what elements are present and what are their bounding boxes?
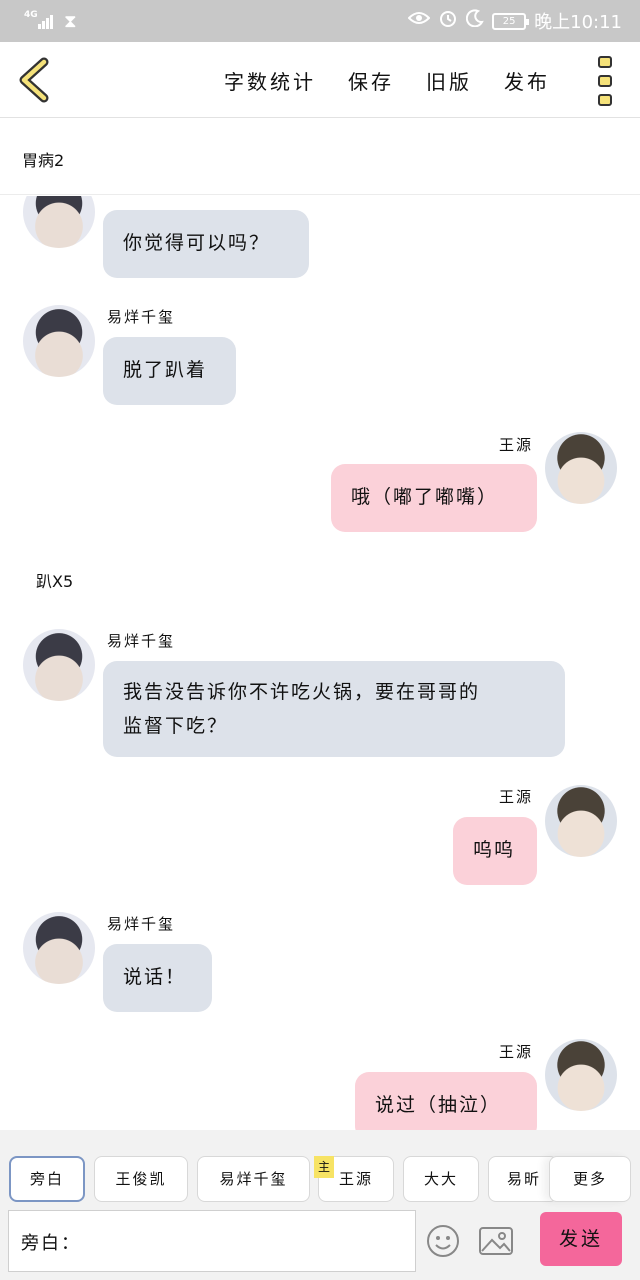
message-bubble[interactable]: 哦（嘟了嘟嘴） bbox=[331, 464, 537, 532]
message-line: 我告没告诉你不许吃火锅，要在哥哥的 bbox=[123, 681, 481, 703]
three-squares-menu-icon[interactable] bbox=[596, 56, 616, 106]
smiley-icon[interactable] bbox=[426, 1224, 460, 1258]
sender-name: 王源 bbox=[499, 1043, 534, 1061]
message-bubble[interactable]: 你觉得可以吗？ bbox=[103, 210, 309, 278]
sender-name: 易烊千玺 bbox=[107, 632, 176, 650]
sender-name: 王源 bbox=[499, 436, 534, 454]
role-chip-narrator[interactable]: 旁白 bbox=[9, 1156, 85, 1202]
message-bubble[interactable]: 脱了趴着 bbox=[103, 337, 236, 405]
role-chip-dada[interactable]: 大大 bbox=[403, 1156, 479, 1202]
eye-icon bbox=[407, 10, 431, 32]
avatar[interactable] bbox=[23, 196, 95, 248]
narration-text[interactable]: 趴X5 bbox=[36, 568, 73, 592]
input-role-prefix: 旁白： bbox=[21, 1233, 81, 1254]
avatar[interactable] bbox=[23, 912, 95, 984]
sender-name: 易烊千玺 bbox=[107, 915, 176, 933]
chat-area[interactable]: 你觉得可以吗？ 易烊千玺 脱了趴着 王源 哦（嘟了嘟嘴） 趴X5 易烊千玺 我告… bbox=[0, 196, 640, 1130]
chapter-title[interactable]: 胃病2 bbox=[22, 147, 64, 171]
message-input[interactable]: 旁白： bbox=[8, 1210, 416, 1272]
status-bar: 4G ⧗ 25 晚上10:11 bbox=[0, 0, 640, 42]
send-button[interactable]: 发送 bbox=[540, 1212, 622, 1266]
sender-name: 易烊千玺 bbox=[107, 308, 176, 326]
editor-toolbar: 字数统计 保存 旧版 发布 bbox=[0, 42, 640, 118]
moon-icon bbox=[466, 9, 484, 33]
word-count-button[interactable]: 字数统计 bbox=[224, 66, 316, 95]
avatar[interactable] bbox=[545, 785, 617, 857]
message-bubble[interactable]: 说过（抽泣） bbox=[355, 1072, 537, 1130]
signal-bars-icon bbox=[38, 13, 56, 29]
avatar[interactable] bbox=[23, 305, 95, 377]
sender-name: 王源 bbox=[499, 788, 534, 806]
publish-button[interactable]: 发布 bbox=[504, 66, 550, 95]
chapter-bar: 胃病2 bbox=[0, 119, 640, 195]
avatar[interactable] bbox=[23, 629, 95, 701]
message-bubble[interactable]: 说话！ bbox=[103, 944, 212, 1012]
save-button[interactable]: 保存 bbox=[348, 66, 394, 95]
message-bubble[interactable]: 我告没告诉你不许吃火锅，要在哥哥的 监督下吃？ bbox=[103, 661, 565, 757]
avatar[interactable] bbox=[545, 1039, 617, 1111]
main-role-badge: 主 bbox=[314, 1156, 334, 1178]
message-bubble[interactable]: 呜呜 bbox=[453, 817, 537, 885]
hourglass-icon: ⧗ bbox=[64, 11, 77, 32]
old-version-button[interactable]: 旧版 bbox=[426, 66, 472, 95]
chevron-left-icon[interactable] bbox=[14, 56, 58, 104]
role-chip-yiyangqianxi[interactable]: 易烊千玺 bbox=[197, 1156, 310, 1202]
image-icon[interactable] bbox=[478, 1224, 514, 1258]
role-chip-yixin[interactable]: 易昕 bbox=[488, 1156, 558, 1202]
role-picker: 旁白 王俊凯 易烊千玺 主 王源 大大 易昕 更多 bbox=[0, 1130, 640, 1210]
battery-indicator: 25 bbox=[492, 12, 530, 30]
message-line: 监督下吃？ bbox=[123, 715, 229, 737]
network-type: 4G bbox=[24, 10, 38, 20]
role-chip-wangjunkai[interactable]: 王俊凯 bbox=[94, 1156, 188, 1202]
status-time: 晚上10:11 bbox=[534, 12, 622, 33]
alarm-icon bbox=[438, 8, 458, 34]
avatar[interactable] bbox=[545, 432, 617, 504]
composer: 旁白： 发送 bbox=[0, 1210, 640, 1280]
more-roles-button[interactable]: 更多 bbox=[549, 1156, 631, 1202]
